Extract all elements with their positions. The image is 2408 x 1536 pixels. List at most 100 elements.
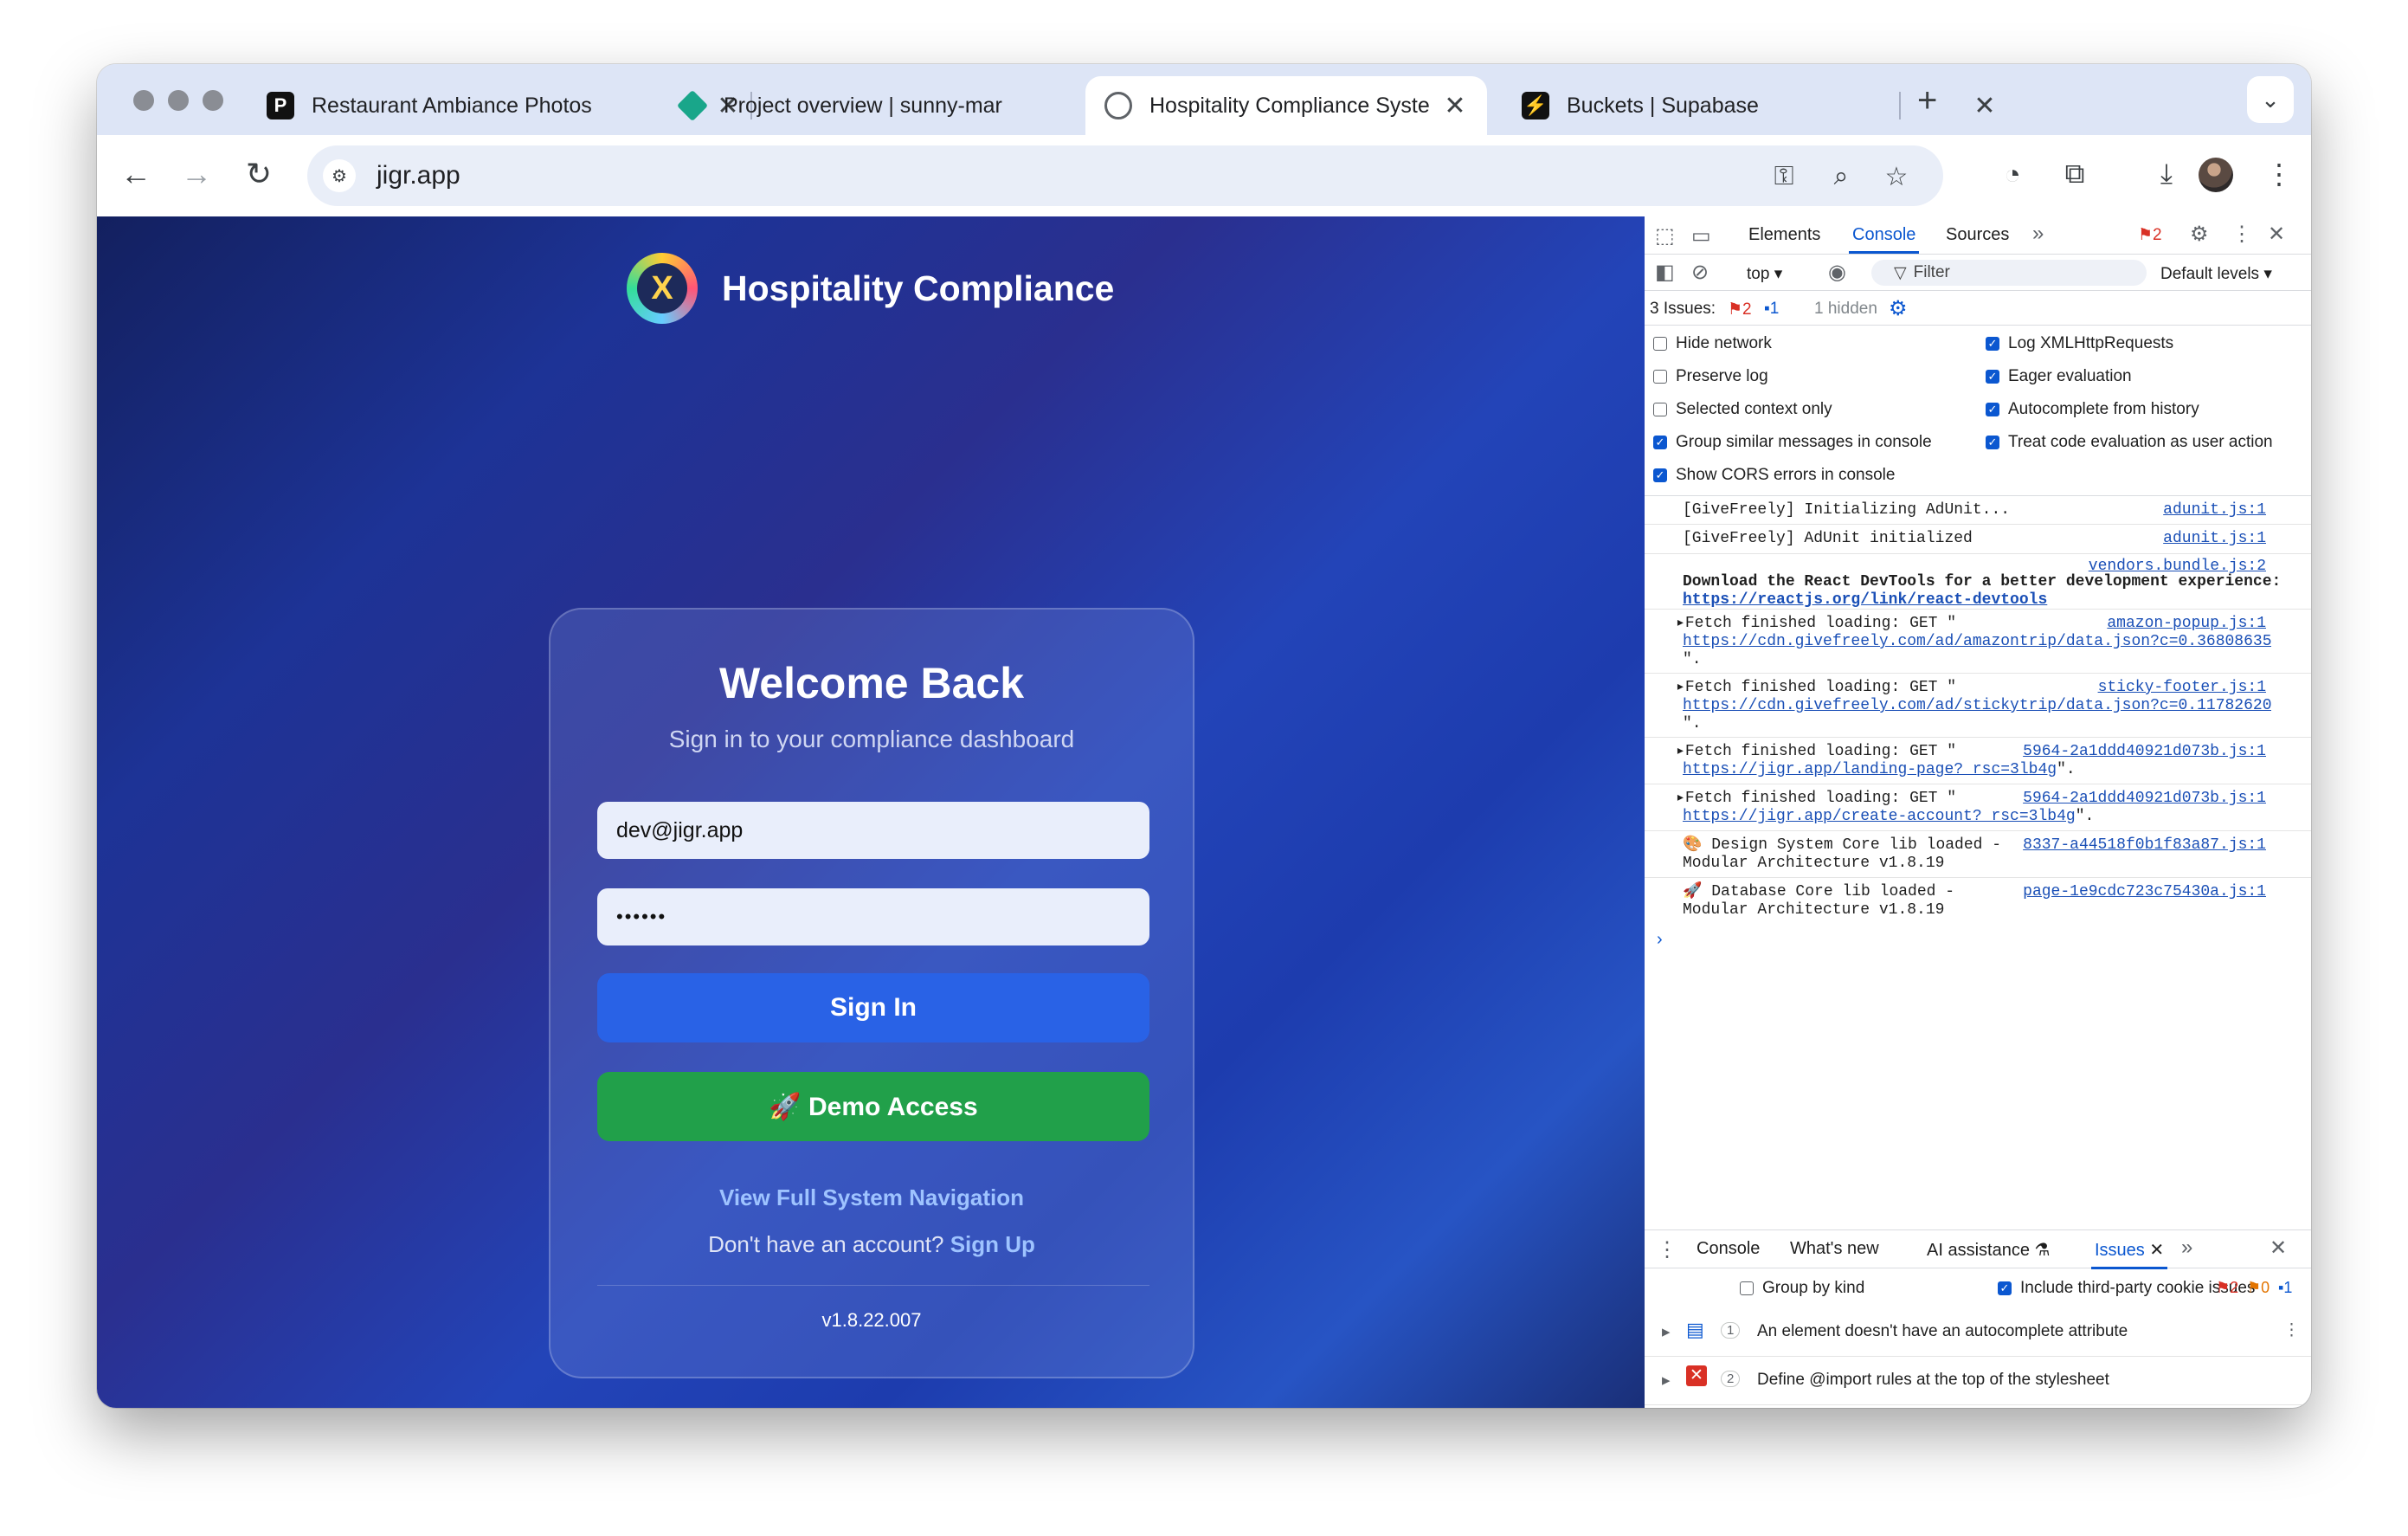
selected-context-checkbox[interactable]: Selected context only [1653,400,1832,419]
error-flag-icon: ⚑ [2138,226,2154,244]
settings-gear-icon[interactable]: ⚙ [2190,222,2209,247]
demo-access-button[interactable]: 🚀 Demo Access [597,1072,1149,1141]
device-toolbar-icon[interactable]: ▭ [1691,223,1711,248]
hide-network-checkbox[interactable]: Hide network [1653,334,1772,353]
more-tabs-icon[interactable]: » [2032,222,2044,246]
close-window-button[interactable] [133,90,154,111]
bookmark-star-icon[interactable]: ☆ [1879,159,1914,194]
tab-sources[interactable]: Sources [1946,225,2009,245]
console-prompt-icon[interactable]: › [1657,930,1663,950]
profile-avatar[interactable] [2199,158,2233,192]
devtools-menu-icon[interactable]: ⋮ [2231,222,2252,247]
fetch-url-link[interactable]: https://cdn.givefreely.com/ad/amazontrip… [1683,633,2271,651]
inspect-element-icon[interactable]: ⬚ [1655,223,1675,248]
forward-button[interactable]: → [175,152,218,196]
drawer-tabbar: ⋮ Console What's new AI assistance ⚗ Iss… [1645,1230,2311,1269]
issue-menu-icon[interactable]: ⋮ [2283,1320,2300,1340]
preserve-log-checkbox[interactable]: Preserve log [1653,367,1768,386]
filter-placeholder: Filter [1913,263,1950,281]
sign-up-link[interactable]: Sign Up [950,1231,1035,1257]
issues-summary-row[interactable]: 3 Issues: ⚑2 ▪1 1 hidden ⚙ [1645,291,2311,326]
login-card: Welcome Back Sign in to your compliance … [549,608,1194,1378]
issues-warning-count: ⚑0 [2247,1279,2270,1296]
error-count-badge[interactable]: ⚑2 [2138,225,2162,245]
show-cors-checkbox[interactable]: ✓ Show CORS errors in console [1653,466,1895,485]
live-expression-eye-icon[interactable]: ◉ [1828,260,1846,285]
group-similar-checkbox[interactable]: ✓ Group similar messages in console [1653,433,1932,452]
zoom-icon[interactable]: ⌕ [1824,159,1858,194]
extension-history-icon[interactable]: ◔ [1991,152,2034,196]
browser-window: P Restaurant Ambiance Photos ✕ Project o… [97,64,2311,1408]
tab-title: Hospitality Compliance Syste [1149,93,1430,118]
sidebar-toggle-icon[interactable]: ◧ [1655,260,1675,285]
console-message: ▸Fetch finished loading: GET " 5964-2a1d… [1645,738,2311,784]
tab-hospitality-compliance[interactable]: Hospitality Compliance Syste ✕ [1085,76,1487,135]
source-link[interactable]: sticky-footer.js:1 [2098,679,2266,696]
download-icon[interactable]: ⤓ [2145,152,2188,196]
issue-row[interactable]: ▸ ✕ 2 Define @import rules at the top of… [1645,1357,2311,1405]
close-tab-icon[interactable]: ✕ [2149,1241,2164,1260]
filter-input[interactable]: ▽ Filter [1871,260,2147,286]
react-devtools-link[interactable]: https://reactjs.org/link/react-devtools [1683,591,2047,610]
source-link[interactable]: vendors.bundle.js:2 [2089,558,2266,575]
site-settings-icon[interactable]: ⚙ [323,159,356,192]
tab-title: Buckets | Supabase [1567,93,1759,118]
password-key-icon[interactable]: ⚿ [1767,159,1801,194]
drawer-tab-whats-new[interactable]: What's new [1790,1239,1879,1259]
new-tab-button[interactable]: + [1917,81,1937,120]
eager-eval-checkbox[interactable]: ✓ Eager evaluation [1986,367,2132,386]
log-xhr-checkbox[interactable]: ✓ Log XMLHttpRequests [1986,334,2173,353]
expand-triangle-icon[interactable]: ▸ [1662,1371,1671,1391]
source-link[interactable]: 5964-2a1ddd40921d073b.js:1 [2023,743,2266,760]
zoom-window-button[interactable] [203,90,223,111]
tab-restaurant-ambiance[interactable]: P Restaurant Ambiance Photos ✕ [267,76,741,135]
tab-search-button[interactable]: ⌄ [2247,76,2294,123]
fetch-url-link[interactable]: https://cdn.givefreely.com/ad/stickytrip… [1683,697,2271,715]
url-text[interactable]: jigr.app [377,161,460,190]
context-select[interactable]: top ▾ [1747,264,1782,284]
group-by-kind-checkbox[interactable]: Group by kind [1740,1279,1864,1298]
log-levels-select[interactable]: Default levels ▾ [2160,264,2272,284]
tab-console[interactable]: Console [1848,225,1920,254]
source-link[interactable]: 5964-2a1ddd40921d073b.js:1 [2023,790,2266,807]
close-tab-icon[interactable]: ✕ [1972,91,1998,121]
fetch-url-link[interactable]: https://jigr.app/create-account?_rsc=3lb… [1683,808,2076,825]
autocomplete-history-checkbox[interactable]: ✓ Autocomplete from history [1986,400,2199,419]
source-link[interactable]: page-1e9cdc723c75430a.js:1 [2023,883,2266,900]
source-link[interactable]: amazon-popup.js:1 [2107,615,2266,632]
back-button[interactable]: ← [114,152,158,196]
clear-console-icon[interactable]: ⊘ [1691,260,1709,285]
email-field[interactable]: dev@jigr.app [597,802,1149,859]
more-menu-icon[interactable]: ⋮ [2257,152,2301,196]
expand-triangle-icon[interactable]: ▸ [1662,1322,1671,1342]
error-count: 2 [2153,226,2162,244]
extensions-puzzle-icon[interactable]: ⧉ [2053,152,2096,196]
view-navigation-link[interactable]: View Full System Navigation [550,1184,1193,1211]
issue-row[interactable]: ▸ ▤ 1 An element doesn't have an autocom… [1645,1308,2311,1357]
drawer-tab-issues[interactable]: Issues ✕ [2090,1239,2168,1269]
tab-elements[interactable]: Elements [1748,225,1820,245]
drawer-menu-icon[interactable]: ⋮ [1657,1237,1677,1262]
fetch-url-link[interactable]: https://jigr.app/landing-page?_rsc=3lb4g [1683,761,2057,778]
devtools-tabbar: ⬚ ▭ Elements Console Sources » ⚑2 ⚙ ⋮ ✕ [1645,216,2311,255]
reload-button[interactable]: ↻ [237,152,280,196]
source-link[interactable]: adunit.js:1 [2163,530,2266,547]
source-link[interactable]: 8337-a44518f0b1f83a87.js:1 [2023,836,2266,854]
source-link[interactable]: adunit.js:1 [2163,501,2266,519]
tab-project-overview-inner[interactable]: Project overview | sunny-mar ✕ [676,76,1146,135]
drawer-tab-ai-assistance[interactable]: AI assistance ⚗ [1927,1239,2050,1261]
password-field[interactable]: •••••• [597,888,1149,945]
close-devtools-icon[interactable]: ✕ [2268,222,2285,247]
close-drawer-icon[interactable]: ✕ [2270,1236,2287,1261]
more-drawer-tabs-icon[interactable]: » [2181,1236,2192,1260]
minimize-window-button[interactable] [168,90,189,111]
issue-count-badge: 1 [1721,1322,1741,1339]
address-bar[interactable]: ⚙ jigr.app ⚿ ⌕ ☆ [307,145,1943,206]
close-tab-icon[interactable]: ✕ [1442,91,1468,121]
window-controls[interactable] [133,90,223,111]
sign-in-button[interactable]: Sign In [597,973,1149,1042]
treat-code-eval-checkbox[interactable]: ✓ Treat code evaluation as user action [1986,433,2273,452]
drawer-tab-console[interactable]: Console [1697,1239,1760,1259]
globe-icon [1104,92,1132,119]
issues-settings-icon[interactable]: ⚙ [1889,296,1908,321]
